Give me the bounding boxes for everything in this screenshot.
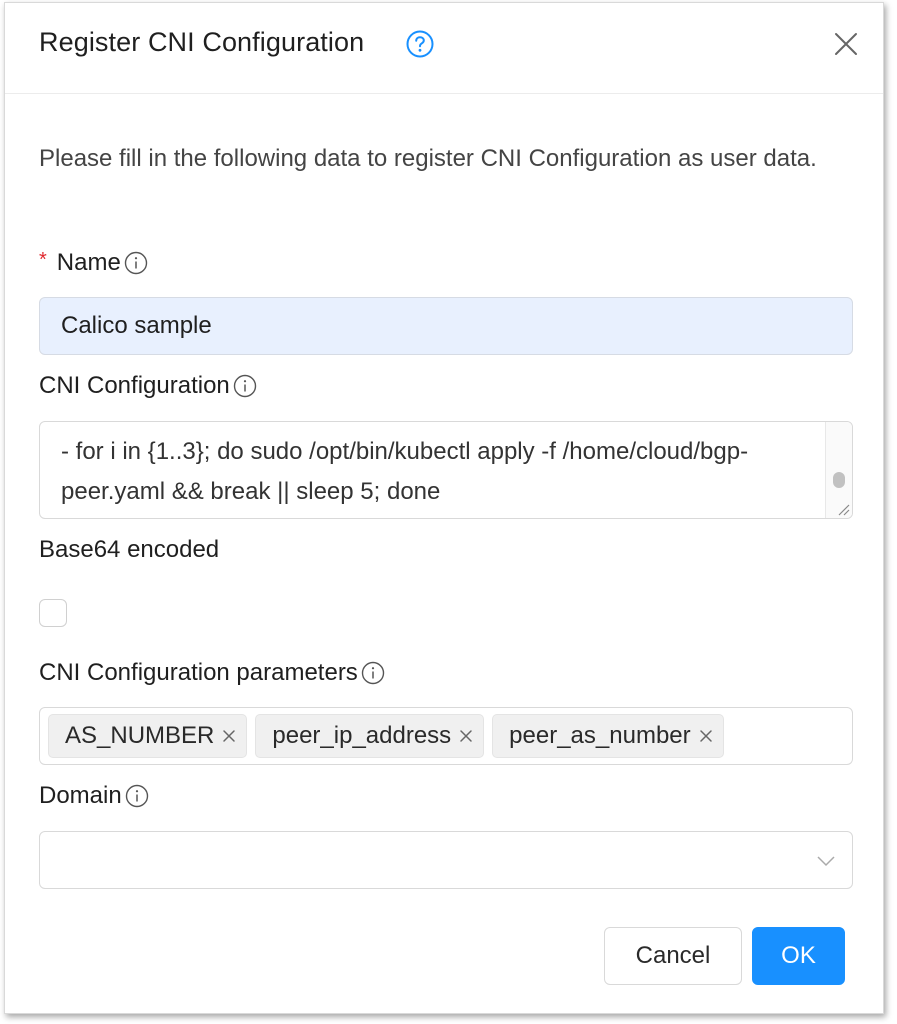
dialog-header: Register CNI Configuration [5,3,883,94]
cancel-button[interactable]: Cancel [604,927,742,985]
info-circle-icon[interactable] [125,784,149,808]
dialog-title: Register CNI Configuration [39,27,365,57]
tag-close-icon[interactable] [697,727,715,745]
info-circle-icon[interactable] [124,251,148,275]
dialog-description: Please fill in the following data to reg… [39,145,817,172]
ok-button[interactable]: OK [752,927,845,985]
domain-label-row: Domain [39,782,149,810]
cni-configuration-label: CNI Configuration [39,372,230,399]
cni-configuration-label-row: CNI Configuration [39,372,257,400]
domain-label: Domain [39,782,122,809]
register-cni-dialog: Register CNI Configuration Please fill i… [4,2,884,1014]
parameters-tags-input[interactable]: AS_NUMBER peer_ip_address peer_as_number [39,707,853,765]
resize-handle-icon[interactable] [836,502,850,516]
name-input[interactable]: Calico sample [39,297,853,355]
tag-close-icon[interactable] [220,727,238,745]
tag-peer-ip-address: peer_ip_address [255,714,485,758]
domain-select[interactable] [39,831,853,889]
base64-label: Base64 encoded [39,536,220,563]
question-circle-icon[interactable] [405,29,435,59]
scrollbar-thumb[interactable] [833,472,845,488]
cni-configuration-text: - for i in {1..3}; do sudo /opt/bin/kube… [61,438,749,505]
tag-label: AS_NUMBER [65,722,215,749]
parameters-label-row: CNI Configuration parameters [39,659,385,687]
required-asterisk: * [39,248,47,271]
parameters-label: CNI Configuration parameters [39,659,358,686]
tag-close-icon[interactable] [457,727,475,745]
name-label: Name [56,249,121,276]
name-input-value: Calico sample [61,312,212,339]
base64-checkbox[interactable] [39,599,67,627]
info-circle-icon[interactable] [233,374,257,398]
tag-label: peer_as_number [509,722,691,749]
info-circle-icon[interactable] [361,661,385,685]
tag-peer-as-number: peer_as_number [492,714,724,758]
chevron-down-icon [817,856,835,867]
base64-label-row: Base64 encoded [39,536,219,564]
name-label-row: * Name [39,249,148,277]
close-icon[interactable] [833,31,859,57]
cni-configuration-textarea[interactable]: - for i in {1..3}; do sudo /opt/bin/kube… [39,421,853,519]
tag-label: peer_ip_address [272,722,452,749]
tag-as-number: AS_NUMBER [48,714,248,758]
